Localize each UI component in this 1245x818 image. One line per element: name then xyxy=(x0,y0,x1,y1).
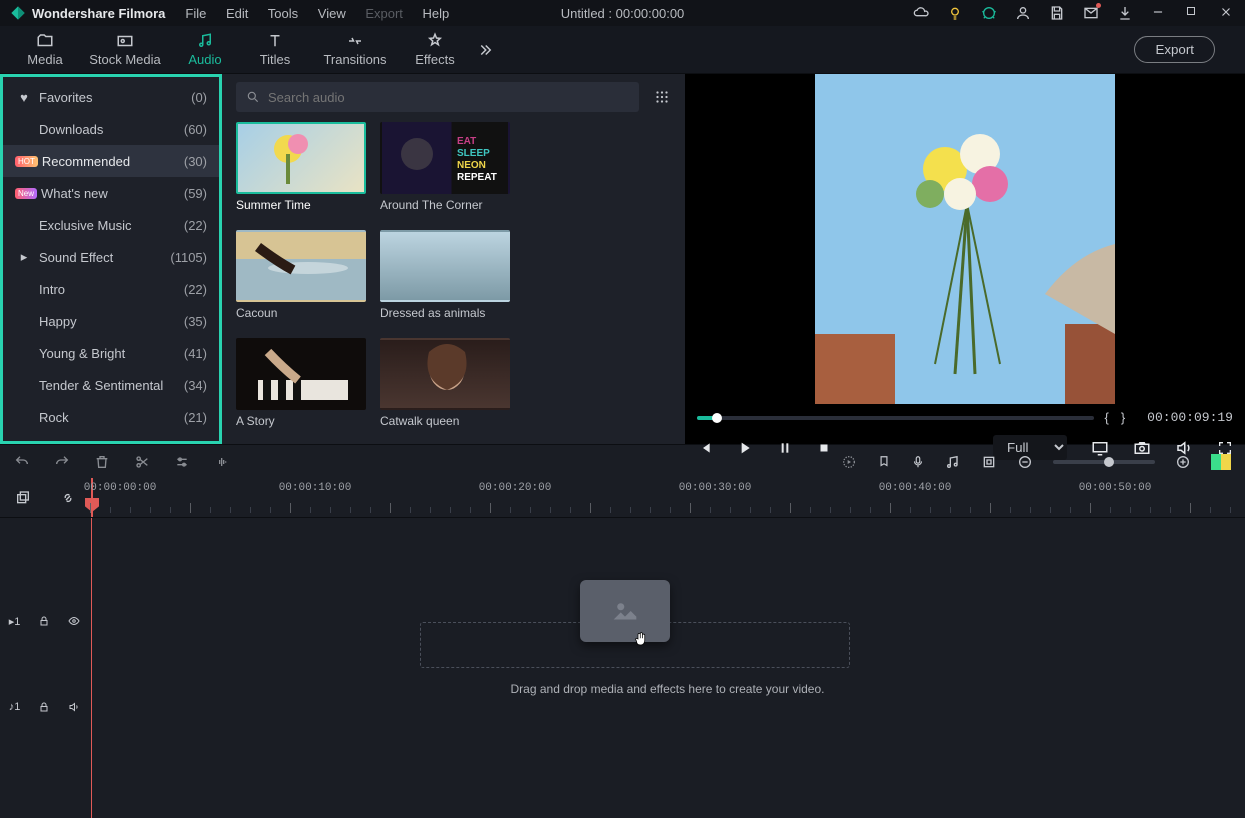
audio-sidebar: ♥Favorites(0) Downloads(60) HOTRecommend… xyxy=(0,74,222,444)
preview-timecode: 00:00:09:19 xyxy=(1147,410,1233,425)
video-track-icon: ▸1 xyxy=(9,615,21,628)
svg-text:REPEAT: REPEAT xyxy=(457,172,497,183)
redo-icon[interactable] xyxy=(54,454,70,470)
hot-badge: HOT xyxy=(15,156,38,167)
audio-card-dressed-as-animals[interactable]: Dressed as animals xyxy=(380,230,510,328)
video-track-header[interactable]: ▸1 xyxy=(0,578,90,664)
link-icon[interactable] xyxy=(60,490,76,506)
audio-card-summer-time[interactable]: Summer Time xyxy=(236,122,366,220)
drag-media-thumbnail[interactable] xyxy=(580,580,670,642)
delete-icon[interactable] xyxy=(94,454,110,470)
sidebar-item-sound-effect[interactable]: ▸Sound Effect(1105) xyxy=(3,241,219,273)
preview-scrubber[interactable] xyxy=(697,416,1094,420)
audio-track-icon: ♪1 xyxy=(9,701,21,713)
tab-transitions[interactable]: Transitions xyxy=(310,32,400,67)
menu-file[interactable]: File xyxy=(185,6,206,21)
audio-card-around-the-corner[interactable]: EATSLEEPNEONREPEATAround The Corner xyxy=(380,122,510,220)
zoom-slider[interactable] xyxy=(1053,460,1155,464)
share-icon[interactable] xyxy=(1083,5,1099,21)
zoom-out-icon[interactable] xyxy=(1017,454,1033,470)
menu-help[interactable]: Help xyxy=(423,6,450,21)
play-button[interactable] xyxy=(737,440,753,456)
sidebar-item-whatsnew[interactable]: NewWhat's new(59) xyxy=(3,177,219,209)
tab-audio[interactable]: Audio xyxy=(170,32,240,67)
sidebar-item-recommended[interactable]: HOTRecommended(30) xyxy=(3,145,219,177)
svg-text:SLEEP: SLEEP xyxy=(457,148,490,159)
timeline-canvas[interactable]: Drag and drop media and effects here to … xyxy=(90,518,1245,818)
cloud-icon[interactable] xyxy=(913,5,929,21)
support-icon[interactable] xyxy=(981,5,997,21)
sidebar-item-rock[interactable]: Rock(21) xyxy=(3,401,219,433)
sidebar-item-downloads[interactable]: Downloads(60) xyxy=(3,113,219,145)
account-icon[interactable] xyxy=(1015,5,1031,21)
sidebar-item-favorites[interactable]: ♥Favorites(0) xyxy=(3,81,219,113)
bulb-icon[interactable] xyxy=(947,5,963,21)
sidebar-item-young-bright[interactable]: Young & Bright(41) xyxy=(3,337,219,369)
download-icon[interactable] xyxy=(1117,5,1133,21)
menu-view[interactable]: View xyxy=(318,6,346,21)
menu-export: Export xyxy=(365,6,403,21)
crop-icon[interactable] xyxy=(981,454,997,470)
zoom-in-icon[interactable] xyxy=(1175,454,1191,470)
maximize-icon[interactable] xyxy=(1185,5,1201,21)
lock-icon[interactable] xyxy=(38,615,50,627)
svg-text:NEON: NEON xyxy=(457,160,486,171)
search-input[interactable] xyxy=(268,90,629,105)
timeline-ruler[interactable]: 00:00:00:00 00:00:10:00 00:00:20:00 00:0… xyxy=(90,478,1245,517)
menu-edit[interactable]: Edit xyxy=(226,6,248,21)
voiceover-icon[interactable] xyxy=(911,454,925,470)
tab-stock-media[interactable]: Stock Media xyxy=(80,32,170,67)
heart-icon: ♥ xyxy=(15,90,33,105)
cut-icon[interactable] xyxy=(134,454,150,470)
sidebar-item-intro[interactable]: Intro(22) xyxy=(3,273,219,305)
tab-media[interactable]: Media xyxy=(10,32,80,67)
sidebar-item-happy[interactable]: Happy(35) xyxy=(3,305,219,337)
tab-effects[interactable]: Effects xyxy=(400,32,470,67)
mixer-icon[interactable] xyxy=(945,454,961,470)
minimize-icon[interactable] xyxy=(1151,5,1167,21)
search-box[interactable] xyxy=(236,82,639,112)
tab-titles[interactable]: Titles xyxy=(240,32,310,67)
mark-in-out-icon[interactable]: {} xyxy=(1104,410,1137,425)
menu-tools[interactable]: Tools xyxy=(268,6,298,21)
save-icon[interactable] xyxy=(1049,5,1065,21)
cursor-hand-icon xyxy=(632,630,650,648)
close-icon[interactable] xyxy=(1219,5,1235,21)
media-pool-icon[interactable] xyxy=(15,490,31,506)
tabs-more-icon[interactable] xyxy=(476,41,494,59)
pause-button[interactable] xyxy=(777,440,793,456)
lock-icon[interactable] xyxy=(38,701,50,713)
search-icon xyxy=(246,90,260,104)
adjust-icon[interactable] xyxy=(174,454,190,470)
svg-text:EAT: EAT xyxy=(457,136,476,147)
audio-card-a-story[interactable]: A Story xyxy=(236,338,366,436)
undo-icon[interactable] xyxy=(14,454,30,470)
register-icon[interactable] xyxy=(1211,454,1231,470)
eye-icon[interactable] xyxy=(67,615,81,627)
audio-track-header[interactable]: ♪1 xyxy=(0,664,90,750)
view-grid-icon[interactable] xyxy=(653,88,671,106)
app-title: Wondershare Filmora xyxy=(32,6,165,21)
stop-button[interactable] xyxy=(817,441,831,455)
export-button[interactable]: Export xyxy=(1134,36,1215,63)
preview-viewport xyxy=(685,74,1245,404)
audio-card-cacoun[interactable]: Cacoun xyxy=(236,230,366,328)
document-title: Untitled : 00:00:00:00 xyxy=(561,6,685,21)
sidebar-item-exclusive-music[interactable]: Exclusive Music(22) xyxy=(3,209,219,241)
audio-wave-icon[interactable] xyxy=(214,454,232,470)
prev-frame-button[interactable] xyxy=(697,440,713,456)
audio-card-catwalk-queen[interactable]: Catwalk queen xyxy=(380,338,510,436)
chevron-right-icon: ▸ xyxy=(15,249,33,265)
timeline-drop-hint: Drag and drop media and effects here to … xyxy=(90,682,1245,696)
marker-icon[interactable] xyxy=(877,454,891,470)
speaker-icon[interactable] xyxy=(67,701,81,713)
new-badge: New xyxy=(15,188,37,199)
render-icon[interactable] xyxy=(841,454,857,470)
sidebar-item-tender-sentimental[interactable]: Tender & Sentimental(34) xyxy=(3,369,219,401)
app-logo-icon xyxy=(10,5,26,21)
